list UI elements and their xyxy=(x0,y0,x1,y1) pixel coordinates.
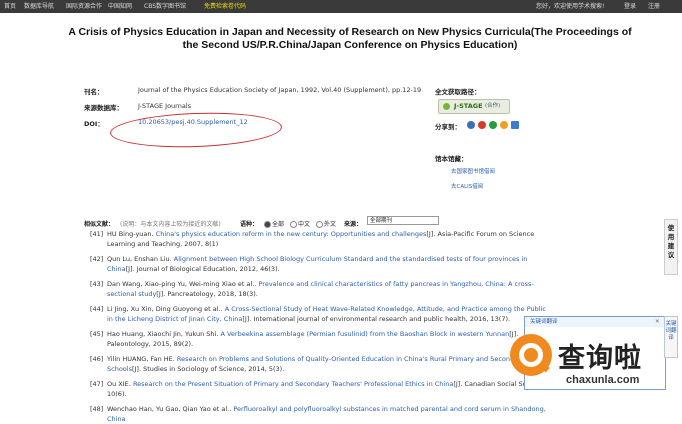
ref-number: [47] xyxy=(90,380,104,388)
link-calis[interactable]: 去CALIS借阅 xyxy=(451,182,483,190)
share-renren-icon[interactable] xyxy=(489,121,497,129)
nav-database-guide[interactable]: 数据库导航 xyxy=(24,0,54,13)
jstage-logo-icon xyxy=(443,103,450,110)
ref-authors: Yilin HUANG, Fan HE. xyxy=(107,355,175,363)
ref-authors: Hao Huang, Xiaochi Jin, Yukun Shi. xyxy=(107,330,219,338)
share-qzone-icon[interactable] xyxy=(467,121,475,129)
lang-option-chinese[interactable]: 中文 xyxy=(290,219,310,228)
login-link[interactable]: 登录 xyxy=(624,0,636,13)
article-title: A Crisis of Physics Education in Japan a… xyxy=(68,26,632,51)
holdings-label: 馆本馆藏： xyxy=(435,155,468,163)
share-weibo-icon[interactable] xyxy=(478,121,486,129)
jstage-note: (合作) xyxy=(485,103,501,109)
lang-option-foreign[interactable]: 外文 xyxy=(316,219,336,228)
source-label: 刊名： xyxy=(84,88,104,96)
radio-selected-icon xyxy=(264,221,271,228)
welcome-text: 您好，欢迎使用学术搜索! xyxy=(536,3,605,10)
ref-number: [48] xyxy=(90,405,104,413)
ref-title-link[interactable]: Research on the Present Situation of Pri… xyxy=(133,380,453,388)
top-nav-bar: 首页 数据库导航 国际资源合作 中国知网 CBS数字图书馆 免费检索卷代码 您好… xyxy=(0,0,682,13)
ref-number: [46] xyxy=(90,355,104,363)
similar-docs-filter: 相似文献： (说明：与本文内容上较为接近的文献) 语种： 全部 中文 外文 来源… xyxy=(84,219,644,228)
nav-home[interactable]: 首页 xyxy=(4,0,16,13)
ref-authors: Li Jing, Xu Xin, Ding Guoyong et al.. xyxy=(107,305,223,313)
source-value: Journal of the Physics Education Society… xyxy=(138,86,422,94)
ref-source: [J]. International journal of environmen… xyxy=(242,314,511,323)
translate-panel-header: 关键词翻译 ✕ xyxy=(525,317,665,327)
share-more-icon[interactable] xyxy=(511,121,519,129)
watermark-logo-icon xyxy=(510,334,552,376)
ref-title-link[interactable]: China's physics education reform in the … xyxy=(156,230,427,238)
nav-intl-cooperation[interactable]: 国际资源合作 xyxy=(66,0,102,13)
register-link[interactable]: 注册 xyxy=(648,0,660,13)
ref-authors: Wenchao Han, Yu Gao, Qian Yao et al.. xyxy=(107,405,232,413)
share-douban-icon[interactable] xyxy=(500,121,508,129)
radio-icon xyxy=(316,221,323,228)
ref-number: [43] xyxy=(90,280,104,288)
ref-number: [41] xyxy=(90,230,104,238)
fulltext-label: 全文获取路径： xyxy=(435,88,481,96)
ref-number: [42] xyxy=(90,255,104,263)
database-value: J-STAGE Journals xyxy=(138,102,192,110)
fulltext-section: 全文获取路径： xyxy=(435,86,481,96)
ref-authors: Dan Wang, Xiao-ping Yu, Wei-ming Xiao et… xyxy=(107,280,257,288)
lang-option-all[interactable]: 全部 xyxy=(264,219,284,228)
nav-free-search[interactable]: 免费检索卷代码 xyxy=(204,0,246,13)
ref-number: [44] xyxy=(90,305,104,313)
database-label: 来源数据库： xyxy=(84,104,123,112)
ref-authors: Qun Lu, Enshan Liu. xyxy=(107,255,172,263)
red-annotation-circle xyxy=(109,110,283,150)
jstage-label: J-STAGE xyxy=(454,102,483,110)
watermark: 查询啦 chaxunla.com xyxy=(510,334,680,404)
language-label: 语种： xyxy=(240,221,259,228)
doi-label: DOI： xyxy=(84,120,104,128)
ref-authors: Ou XIE. xyxy=(107,380,131,388)
ref-authors: HU Bing-yuan. xyxy=(107,230,154,238)
close-icon[interactable]: ✕ xyxy=(655,317,660,327)
ref-number: [45] xyxy=(90,330,104,338)
ref-source: [J]. Studies in Sociology of Science, 20… xyxy=(131,364,285,373)
radio-icon xyxy=(290,221,297,228)
usage-suggestion-tab[interactable]: 使用建议 xyxy=(664,219,678,275)
watermark-text-en: chaxunla.com xyxy=(566,374,640,386)
translate-panel-title: 关键词翻译 xyxy=(530,319,558,325)
ref-source: [J]. Pancreatology, 2018, 18(3). xyxy=(156,289,258,298)
jstage-button[interactable]: J-STAGE (合作) xyxy=(438,99,510,114)
holdings-section: 馆本馆藏： xyxy=(435,153,468,163)
share-section: 分享到： xyxy=(435,121,461,131)
watermark-text-cn: 查询啦 xyxy=(558,343,642,374)
similar-docs-hint: (说明：与本文内容上较为接近的文献) xyxy=(120,221,221,228)
source-filter-label: 来源： xyxy=(344,221,363,228)
ref-source: [J]. Journal of Biological Education, 20… xyxy=(125,264,280,273)
similar-docs-label: 相似文献： xyxy=(84,221,115,228)
nav-cbs-library[interactable]: CBS数字图书馆 xyxy=(144,0,186,13)
share-label: 分享到： xyxy=(435,123,461,131)
link-national-library[interactable]: 去国家图书馆借阅 xyxy=(451,167,495,175)
source-select[interactable]: 全部期刊 xyxy=(367,216,439,225)
nav-cnki[interactable]: 中国知网 xyxy=(108,0,132,13)
ref-title-link[interactable]: A Verbeekina assemblage (Permian fusulin… xyxy=(220,330,509,338)
